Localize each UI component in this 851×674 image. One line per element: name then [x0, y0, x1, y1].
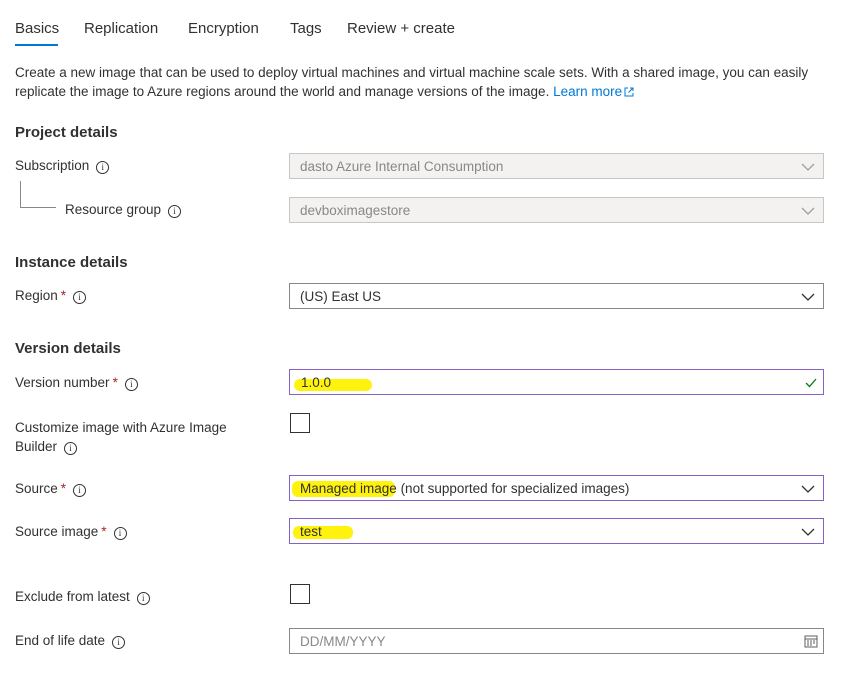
- end-of-life-label: End of life date i: [15, 633, 126, 649]
- source-value: Managed image (not supported for special…: [300, 481, 630, 496]
- info-icon[interactable]: i: [136, 592, 150, 605]
- source-dropdown[interactable]: Managed image (not supported for special…: [289, 475, 824, 501]
- subscription-label: Subscription i: [15, 158, 110, 174]
- end-of-life-label-text: End of life date: [15, 633, 106, 648]
- tree-connector: [20, 181, 21, 207]
- source-label: Source * i: [15, 481, 87, 497]
- resource-group-label-text: Resource group: [65, 202, 162, 217]
- subscription-value: dasto Azure Internal Consumption: [300, 159, 504, 174]
- source-image-label-text: Source image: [15, 524, 99, 539]
- source-label-text: Source: [15, 481, 58, 496]
- version-number-value: 1.0.0: [301, 375, 332, 390]
- customize-image-label: Customize image with Azure Image Builder…: [15, 418, 227, 456]
- source-image-label: Source image * i: [15, 524, 127, 540]
- info-icon[interactable]: i: [64, 442, 78, 455]
- page-description: Create a new image that can be used to d…: [15, 63, 815, 101]
- customize-image-checkbox[interactable]: [290, 413, 310, 433]
- required-marker: *: [101, 524, 107, 539]
- resource-group-value: devboximagestore: [300, 203, 411, 218]
- tab-tags[interactable]: Tags: [290, 20, 322, 37]
- version-number-label-text: Version number: [15, 375, 110, 390]
- tab-basics[interactable]: Basics: [15, 20, 59, 37]
- learn-more-label: Learn more: [553, 84, 623, 99]
- subscription-label-text: Subscription: [15, 158, 90, 173]
- tree-connector: [20, 207, 56, 208]
- active-tab-indicator: [15, 44, 58, 46]
- external-link-icon: [624, 87, 634, 97]
- end-of-life-date-input[interactable]: DD/MM/YYYY: [289, 628, 824, 654]
- required-marker: *: [112, 375, 118, 390]
- subscription-dropdown[interactable]: dasto Azure Internal Consumption: [289, 153, 824, 179]
- tab-replication[interactable]: Replication: [84, 20, 158, 37]
- region-label: Region * i: [15, 288, 87, 304]
- version-number-input[interactable]: 1.0.0: [289, 369, 824, 395]
- region-value: (US) East US: [300, 289, 382, 304]
- exclude-latest-label-text: Exclude from latest: [15, 589, 130, 604]
- info-icon[interactable]: i: [112, 636, 126, 649]
- required-marker: *: [60, 288, 67, 303]
- required-marker: *: [60, 481, 67, 496]
- customize-label-line2: Builder: [15, 439, 58, 454]
- chevron-down-icon: [801, 485, 815, 493]
- chevron-down-icon: [801, 528, 815, 536]
- source-image-value: test: [300, 524, 322, 539]
- learn-more-link[interactable]: Learn more: [553, 84, 634, 99]
- date-placeholder: DD/MM/YYYY: [300, 634, 386, 649]
- version-details-header: Version details: [15, 340, 121, 357]
- chevron-down-icon: [801, 207, 815, 215]
- resource-group-dropdown[interactable]: devboximagestore: [289, 197, 824, 223]
- exclude-latest-checkbox[interactable]: [290, 584, 310, 604]
- exclude-latest-label: Exclude from latest i: [15, 589, 150, 605]
- chevron-down-icon: [801, 293, 815, 301]
- checkmark-icon: [805, 378, 817, 388]
- source-image-dropdown[interactable]: test: [289, 518, 824, 544]
- tab-encryption[interactable]: Encryption: [188, 20, 259, 37]
- info-icon[interactable]: i: [73, 291, 87, 304]
- calendar-icon[interactable]: [804, 634, 818, 648]
- region-label-text: Region: [15, 288, 58, 303]
- resource-group-label: Resource group i: [65, 202, 182, 218]
- customize-label-line1: Customize image with Azure Image: [15, 420, 227, 435]
- info-icon[interactable]: i: [168, 205, 182, 218]
- info-icon[interactable]: i: [124, 378, 138, 391]
- description-text: Create a new image that can be used to d…: [15, 65, 809, 99]
- info-icon[interactable]: i: [96, 161, 110, 174]
- chevron-down-icon: [801, 163, 815, 171]
- region-dropdown[interactable]: (US) East US: [289, 283, 824, 309]
- project-details-header: Project details: [15, 124, 118, 141]
- info-icon[interactable]: i: [113, 527, 127, 540]
- tab-review-create[interactable]: Review + create: [347, 20, 455, 37]
- info-icon[interactable]: i: [73, 484, 87, 497]
- instance-details-header: Instance details: [15, 254, 128, 271]
- version-number-label: Version number * i: [15, 375, 138, 391]
